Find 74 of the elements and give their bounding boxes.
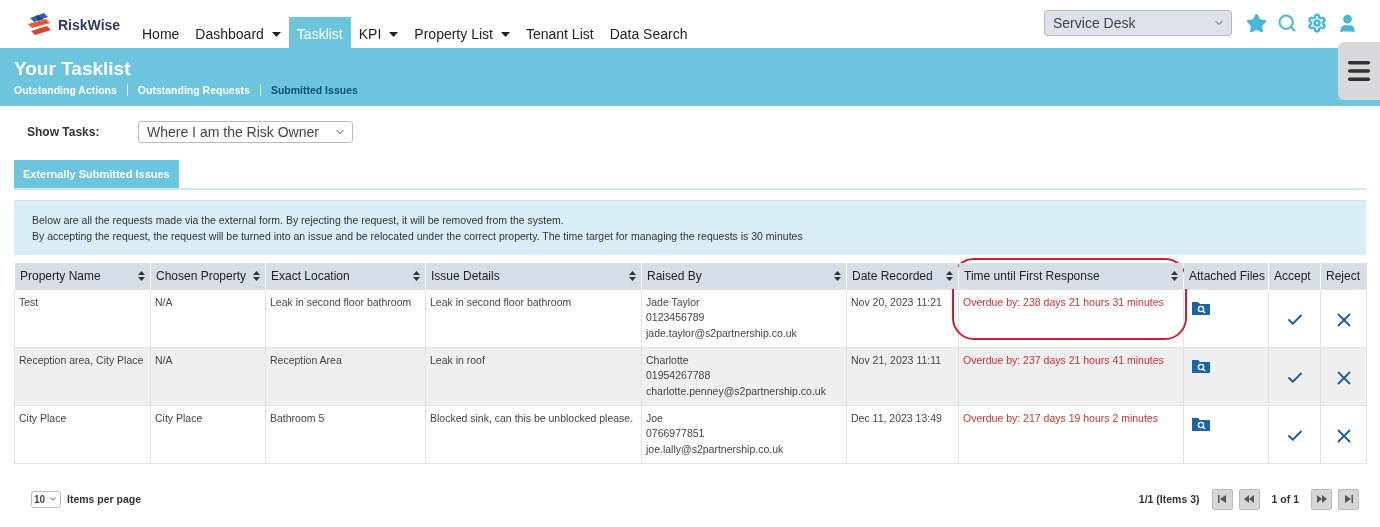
caret-icon xyxy=(389,31,399,37)
table-cell: Overdue by: 237 days 21 hours 41 minutes xyxy=(958,347,1184,405)
column-header[interactable]: Raised By xyxy=(641,263,847,289)
sort-icon[interactable] xyxy=(629,270,636,281)
caret-icon xyxy=(500,31,510,37)
column-header[interactable]: Issue Details xyxy=(425,263,642,289)
prev-page-icon xyxy=(1243,493,1256,505)
star-icon[interactable] xyxy=(1246,12,1267,34)
logo-text: RiskWise xyxy=(58,17,121,33)
last-page-button[interactable] xyxy=(1338,488,1359,510)
column-header[interactable]: Chosen Property xyxy=(150,263,266,289)
nav-item[interactable]: Data Search xyxy=(601,17,696,48)
table-cell: Nov 20, 2023 11:21 xyxy=(846,289,959,347)
folder-search-icon[interactable] xyxy=(1192,300,1210,315)
page-title: Your Tasklist xyxy=(14,58,131,80)
column-header[interactable]: Date Recorded xyxy=(846,263,959,289)
last-page-icon xyxy=(1342,493,1355,505)
column-header[interactable]: Property Name xyxy=(14,263,151,289)
table-cell: Test xyxy=(14,289,151,347)
next-page-button[interactable] xyxy=(1311,488,1332,510)
info-text: By accepting the request, the request will be turned into an issue and be relocated under the correct property. The time target for managing the requests is 30 minutes xyxy=(32,230,804,242)
table-cell: Bathroom 5 xyxy=(265,405,426,463)
table-cell: Leak in second floor bathroom xyxy=(425,289,642,347)
subnav-link[interactable]: Submitted Issues xyxy=(259,84,368,96)
table-cell: Nov 21, 2023 11:11 xyxy=(846,347,959,405)
table-cell: Overdue by: 238 days 21 hours 31 minutes xyxy=(958,289,1184,347)
next-page-icon xyxy=(1315,493,1328,505)
workspace-select[interactable]: Service Desk xyxy=(1044,10,1232,36)
table-cell: Jade Taylor 0123456789 jade.taylor@s2partnership.co.uk xyxy=(641,289,847,347)
page-size-label: Items per page xyxy=(67,493,142,505)
column-header[interactable]: Exact Location xyxy=(265,263,426,289)
table-cell: N/A xyxy=(150,289,266,347)
items-summary: 1/1 (Items 3) xyxy=(1138,493,1200,505)
first-page-icon xyxy=(1216,493,1229,505)
column-header[interactable]: Reject xyxy=(1320,263,1367,289)
sort-icon[interactable] xyxy=(834,270,841,281)
table-cell: Charlotte 01954267788 charlotte.penney@s2partnership.co.uk xyxy=(641,347,847,405)
table-cell: Joe 0766977851 joe.lally@s2partnership.co.uk xyxy=(641,405,847,463)
column-header[interactable]: Time until First Response xyxy=(958,263,1184,289)
nav-item[interactable]: Dashboard xyxy=(187,17,289,48)
nav-item[interactable]: KPI xyxy=(350,17,407,48)
folder-search-icon[interactable] xyxy=(1192,358,1210,373)
previous-page-button[interactable] xyxy=(1238,488,1260,510)
column-header[interactable]: Attached Files xyxy=(1183,263,1269,289)
sort-icon[interactable] xyxy=(1171,270,1178,281)
table-cell: Leak in roof xyxy=(425,347,642,405)
table-cell: Overdue by: 217 days 19 hours 2 minutes xyxy=(958,405,1184,463)
nav-item[interactable]: Tenant List xyxy=(517,17,602,48)
column-header[interactable]: Accept xyxy=(1268,263,1321,289)
table-cell: Dec 11, 2023 13:49 xyxy=(846,405,959,463)
page-size-select[interactable]: 10 xyxy=(31,490,61,508)
table-cell: City Place xyxy=(14,405,151,463)
page-indicator: 1 of 1 xyxy=(1271,493,1299,505)
nav-item[interactable]: Home xyxy=(134,17,188,48)
logo-icon xyxy=(26,12,54,38)
folder-search-icon[interactable] xyxy=(1192,416,1210,431)
info-text: Below are all the requests made via the external form. By rejecting the request, it will be removed from the system. xyxy=(32,214,565,226)
table-cell: Leak in second floor bathroom xyxy=(265,289,426,347)
table-cell: Reception Area xyxy=(265,347,426,405)
table-cell: Reception area, City Place xyxy=(14,347,151,405)
sort-icon[interactable] xyxy=(946,270,953,281)
menu-button[interactable] xyxy=(1338,42,1380,100)
table-cell: City Place xyxy=(150,405,266,463)
sort-icon[interactable] xyxy=(413,270,420,281)
show-tasks-select[interactable]: Where I am the Risk Owner xyxy=(138,121,353,143)
chevron-icon xyxy=(48,494,58,504)
nav-item[interactable]: Property List xyxy=(406,17,518,48)
table-cell: Blocked sink, can this be unblocked please. xyxy=(425,405,642,463)
caret-icon xyxy=(271,31,281,37)
table-cell: N/A xyxy=(150,347,266,405)
filter-label: Show Tasks: xyxy=(27,125,101,139)
sort-icon[interactable] xyxy=(138,270,145,281)
sort-icon[interactable] xyxy=(253,270,260,281)
first-page-button[interactable] xyxy=(1211,488,1233,510)
